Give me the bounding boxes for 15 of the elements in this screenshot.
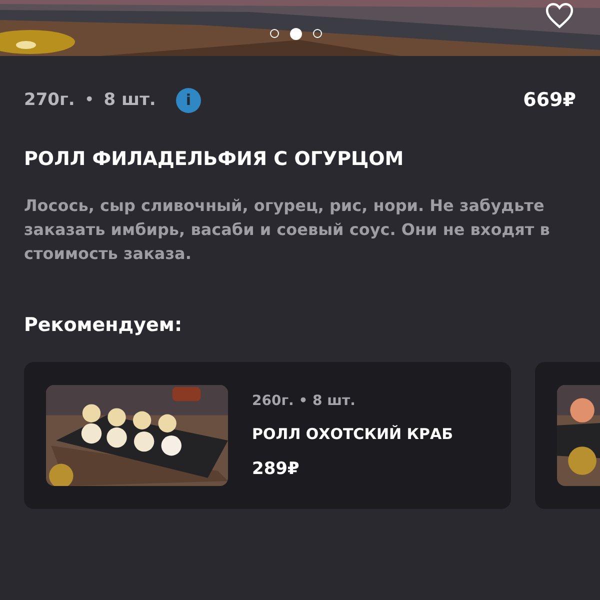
product-price: 289₽ [252,458,300,478]
page-dot[interactable] [313,29,322,38]
separator-dot: • [84,92,94,108]
page-dot[interactable] [270,29,279,38]
product-title: РОЛЛ ФИЛАДЕЛЬФИЯ С ОГУРЦОМ [24,148,405,170]
product-price: 669₽ [523,89,576,111]
heart-icon[interactable] [545,2,574,29]
count-text: 8 шт. [104,90,156,110]
product-name: РОЛЛ ОХОТСКИЙ КРАБ [252,424,454,442]
weight-text: 270г. [24,90,75,110]
product-card[interactable]: 260г. • 8 шт. РОЛЛ ОХОТСКИЙ КРАБ 289₽ [24,362,511,509]
weight-count-text: 260г. • 8 шт. [252,392,356,408]
section-title: Рекомендуем: [24,314,184,336]
product-description: Лосось, сыр сливочный, огурец, рис, нори. Не забудьте заказать имбирь, васаби и соевый соус. Они не входят в стоимость заказа. [24,195,551,265]
info-button[interactable]: i [176,88,201,112]
